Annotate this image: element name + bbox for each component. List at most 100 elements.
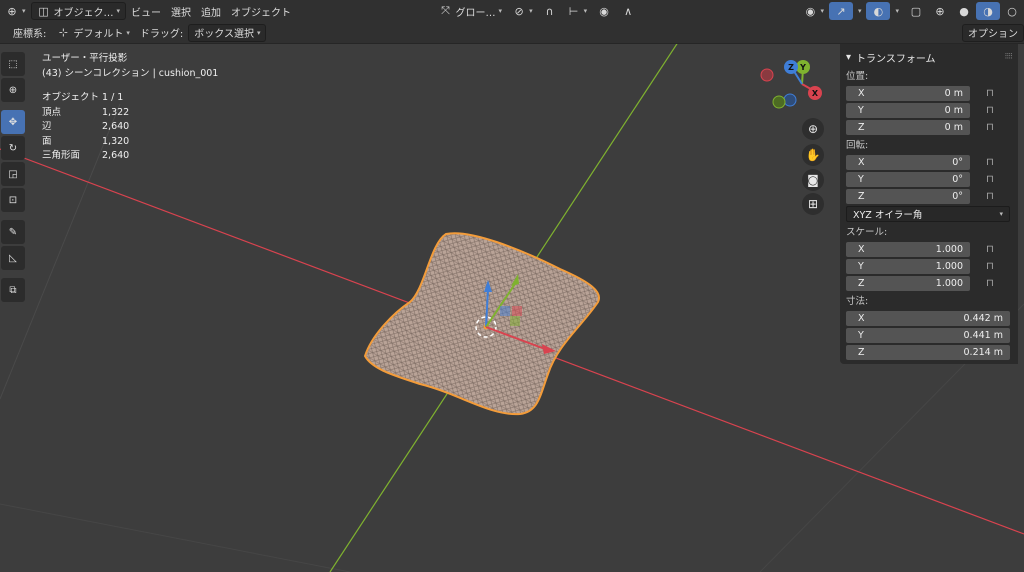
overlay-dropdown[interactable]: ▾ <box>890 2 904 20</box>
drag-dropdown[interactable]: ボックス選択 ▾ <box>188 23 267 42</box>
chevron-down-icon: ▾ <box>895 7 899 15</box>
pan-button[interactable]: ✋ <box>802 144 824 166</box>
location-label: 位置: <box>846 71 869 82</box>
dimensions-x-field[interactable]: X 0.442 m <box>846 310 1012 326</box>
zoom-button[interactable]: ⊕ <box>802 118 824 140</box>
scale-icon: ◲ <box>8 168 18 180</box>
visibility-dropdown[interactable]: ◉ ▾ <box>798 2 829 20</box>
lock-icon[interactable]: ⊓ <box>986 105 1004 116</box>
pivot-dropdown[interactable]: ⊘ ▾ <box>507 2 538 20</box>
ortho-toggle-button[interactable]: ⊞ <box>802 193 824 215</box>
header-bar: ⊕ ▾ ◫ オブジェク… ▾ ビュー 選択 追加 オブジェクト ⤧ グロー… ▾ ⊘ ▾ ∩… <box>0 0 1024 22</box>
scale-tool[interactable]: ◲ <box>1 162 25 186</box>
lock-icon[interactable]: ⊓ <box>986 244 1004 255</box>
cursor-tool[interactable]: ⊕ <box>1 78 25 102</box>
transform-tool[interactable]: ⊡ <box>1 188 25 212</box>
rotation-mode-dropdown[interactable]: XYZ オイラー角 ▾ <box>846 206 1010 222</box>
menu-add[interactable]: 追加 <box>196 2 226 20</box>
stat-value: 2,640 <box>102 150 130 161</box>
options-button[interactable]: オプション <box>962 23 1024 42</box>
object-mode-icon: ◫ <box>38 4 49 18</box>
field-value: 1.000 <box>935 243 963 255</box>
location-y-field[interactable]: Y 0 m ⊓ <box>846 102 1012 118</box>
rotation-mode-value: XYZ オイラー角 <box>853 210 923 221</box>
move-tool[interactable]: ✥ <box>1 110 25 134</box>
stat-row: 辺 2,640 <box>42 120 218 135</box>
link-icon: ⊘ <box>514 4 524 18</box>
snap-target-dropdown[interactable]: ⊢ ▾ <box>562 2 593 20</box>
proportional-edit-toggle[interactable]: ◉ <box>592 2 616 20</box>
shading-rendered[interactable]: ○ <box>1000 2 1024 20</box>
menu-object[interactable]: オブジェクト <box>226 2 296 20</box>
location-z-field[interactable]: Z 0 m ⊓ <box>846 119 1012 135</box>
field-value: 0.442 m <box>963 312 1003 324</box>
editor-type-icon: ⊕ <box>7 4 17 18</box>
rotation-x-field[interactable]: X 0° ⊓ <box>846 154 1012 170</box>
scale-x-field[interactable]: X 1.000 ⊓ <box>846 241 1012 257</box>
chevron-down-icon: ▾ <box>22 7 26 15</box>
chevron-down-icon: ▾ <box>126 28 130 37</box>
transform-orientation-dropdown[interactable]: ⤧ グロー… ▾ <box>434 2 508 20</box>
shading-wireframe[interactable]: ⊕ <box>928 2 952 20</box>
scale-z-field[interactable]: Z 1.000 ⊓ <box>846 275 1012 291</box>
rotation-y-field[interactable]: Y 0° ⊓ <box>846 171 1012 187</box>
lock-icon[interactable]: ⊓ <box>986 122 1004 133</box>
xray-toggle[interactable]: ▢ <box>904 2 928 20</box>
cursor-icon: ⊕ <box>8 84 18 96</box>
scale-y-field[interactable]: Y 1.000 ⊓ <box>846 258 1012 274</box>
gizmo-x-label: X <box>812 89 819 98</box>
dimensions-y-field[interactable]: Y 0.441 m <box>846 327 1012 343</box>
chevron-down-icon: ▾ <box>116 7 121 15</box>
select-box-tool[interactable]: ⬚ <box>1 52 25 76</box>
overlay-toggle[interactable]: ◐ <box>866 2 891 20</box>
orientation-label: 座標系: <box>13 29 47 40</box>
lock-icon[interactable]: ⊓ <box>986 157 1004 168</box>
lock-icon[interactable]: ⊓ <box>986 278 1004 289</box>
orientation-dropdown[interactable]: ⊹ デフォルト ▾ <box>51 24 135 42</box>
drag-handle-icon[interactable]: ⁝⁝⁝⁝ <box>1005 52 1014 62</box>
stat-row: 頂点 1,322 <box>42 106 218 121</box>
field-value: 0 m <box>944 104 963 116</box>
stat-row: オブジェクト 1 / 1 <box>42 91 218 106</box>
grid-line <box>0 503 351 572</box>
snap-toggle[interactable]: ∩ <box>538 2 562 20</box>
panel-header[interactable]: ▾ トランスフォーム ⁝⁝⁝⁝ <box>846 48 1014 66</box>
lock-icon[interactable]: ⊓ <box>986 88 1004 99</box>
magnet-icon: ∩ <box>545 4 554 18</box>
gizmo-toggle[interactable]: ↗ <box>828 2 853 20</box>
measure-tool[interactable]: ◺ <box>1 246 25 270</box>
camera-button[interactable]: ◙ <box>802 169 824 191</box>
menu-view[interactable]: ビュー <box>126 2 166 20</box>
lock-icon[interactable]: ⊓ <box>986 261 1004 272</box>
add-cube-icon: ⧉ <box>9 284 17 296</box>
lock-icon[interactable]: ⊓ <box>986 174 1004 185</box>
rotation-z-field[interactable]: Z 0° ⊓ <box>846 188 1012 204</box>
drag-value: ボックス選択 <box>194 29 254 40</box>
shading-solid[interactable]: ● <box>952 2 976 20</box>
eye-icon: ◉ <box>805 4 816 18</box>
axis-label: X <box>858 156 865 168</box>
gizmo-z-label: Z <box>788 63 794 72</box>
annotate-icon: ✎ <box>8 226 18 238</box>
mode-dropdown[interactable]: ◫ オブジェク… ▾ <box>30 2 127 20</box>
chevron-down-icon: ▾ <box>857 7 862 15</box>
annotate-tool[interactable]: ✎ <box>1 220 25 244</box>
lock-icon[interactable]: ⊓ <box>986 191 1004 202</box>
falloff-dropdown[interactable]: ∧ <box>616 2 640 20</box>
axis-label: X <box>858 87 865 99</box>
menu-select[interactable]: 選択 <box>166 2 196 20</box>
field-value: 0° <box>952 190 963 202</box>
dimensions-z-field[interactable]: Z 0.214 m <box>846 344 1012 360</box>
hand-icon: ✋ <box>805 148 821 162</box>
overlay-icon: ◐ <box>873 4 884 18</box>
shading-material[interactable]: ◑ <box>976 2 1000 20</box>
add-cube-tool[interactable]: ⧉ <box>1 278 25 302</box>
chevron-down-icon: ▾ <box>256 28 261 37</box>
gizmo-dropdown[interactable]: ▾ <box>853 2 867 20</box>
rotate-icon: ↻ <box>8 142 18 154</box>
axis-label: Z <box>858 121 865 133</box>
rotate-tool[interactable]: ↻ <box>1 136 25 160</box>
location-x-field[interactable]: X 0 m ⊓ <box>846 85 1012 101</box>
orientation-icon: ⤧ <box>441 4 450 17</box>
editor-type-button[interactable]: ⊕ ▾ <box>0 2 31 20</box>
